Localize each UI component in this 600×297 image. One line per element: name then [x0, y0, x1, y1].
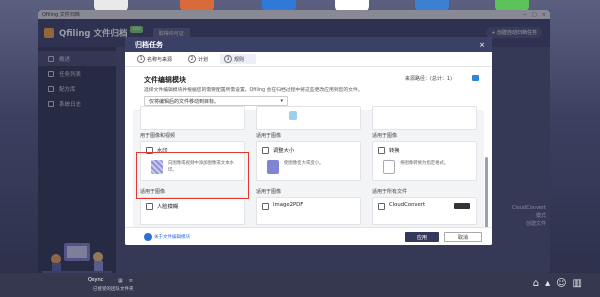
group-label-images: 适用于图像: [256, 133, 282, 139]
module-icon: [289, 111, 297, 120]
wizard-steps: 1 名称与来源 2 计划 3 规则: [125, 52, 492, 67]
modal-scrollbar[interactable]: [485, 157, 488, 232]
module-card-cloudconvert[interactable]: CloudConvert: [372, 197, 477, 225]
image2pdf-checkbox[interactable]: [262, 203, 269, 210]
dialog-body: 文件编辑模块 选择文件编辑模块并根据您的需要配置所需设置。Qfiling 会在归…: [125, 67, 492, 227]
group-label-images-video: 用于图像和视频: [140, 133, 176, 139]
module-card-partial[interactable]: [256, 106, 361, 130]
learn-more-link[interactable]: 关于文件编辑模块: [144, 233, 190, 241]
user-icon[interactable]: ☺: [556, 278, 566, 289]
section-title: 文件编辑模块: [144, 76, 186, 84]
file-handling-select[interactable]: 仅将编辑后的文件移动到目标。 ▾: [144, 96, 288, 106]
source-path-label: 来源路径：(总计：1): [404, 76, 452, 82]
step-label: 规则: [234, 56, 245, 63]
module-name: 转换: [389, 148, 400, 154]
qsync-app-label[interactable]: Qsync: [88, 277, 103, 283]
resize-icon: [267, 160, 279, 174]
module-card-resize[interactable]: 调整大小 使图像变大或变小。: [256, 141, 361, 181]
archive-task-dialog: 归档任务 × 1 名称与来源 2 计划 3 规则 文件编辑模块 选择文件编辑模块…: [125, 37, 492, 245]
module-card-convert[interactable]: 转换 将图像转换为指定格式。: [372, 141, 477, 181]
group-label-images: 适用于图像: [256, 189, 282, 195]
group-label-images: 适用于图像: [372, 133, 398, 139]
step-rules[interactable]: 3 规则: [220, 54, 257, 64]
step-number: 2: [188, 55, 197, 63]
step-schedule[interactable]: 2 计划: [184, 54, 220, 64]
taskbar: Qsync 已接受的团队文件夹 ▦ ≡ ⌂ ▴ ☺ ▥: [0, 273, 600, 297]
step-name-source[interactable]: 1 名称与来源: [133, 54, 184, 64]
learn-more-label: 关于文件编辑模块: [154, 235, 190, 240]
dialog-title: 归档任务: [135, 40, 163, 49]
module-name: 人脸模糊: [157, 204, 179, 210]
taskbar-icons: ⌂ ▴ ☺ ▥: [533, 278, 582, 289]
info-icon: [144, 233, 152, 241]
home-icon[interactable]: ⌂: [533, 278, 539, 289]
step-label: 计划: [198, 56, 209, 63]
face-blur-checkbox[interactable]: [146, 203, 153, 210]
qsync-status-label: 已接受的团队文件夹: [93, 287, 134, 292]
close-icon[interactable]: ×: [479, 41, 485, 49]
select-value: 仅将编辑后的文件移动到目标。: [149, 98, 220, 105]
cloudconvert-logo-icon: [454, 203, 470, 209]
group-label-all-files: 适用于所有文件: [372, 189, 408, 195]
module-card-face-blur[interactable]: 人脸模糊: [140, 197, 245, 225]
chart-icon[interactable]: ▥: [573, 278, 582, 289]
module-card-partial[interactable]: [372, 106, 477, 130]
module-description: 将图像转换为指定格式。: [400, 161, 449, 166]
module-card-image2pdf[interactable]: Image2PDF: [256, 197, 361, 225]
module-description: 使图像变大或变小。: [284, 161, 324, 166]
convert-checkbox[interactable]: [378, 147, 385, 154]
cancel-button[interactable]: 取消: [444, 232, 482, 242]
dialog-header: 归档任务 ×: [125, 37, 492, 52]
module-name: Image2PDF: [273, 202, 304, 208]
chevron-down-icon: ▾: [280, 98, 283, 104]
apps-icon[interactable]: ▴: [545, 278, 550, 289]
grid-view-icon[interactable]: ▦: [118, 278, 123, 284]
step-number: 1: [137, 55, 145, 63]
step-label: 名称与来源: [147, 56, 173, 63]
source-path-icon[interactable]: [472, 75, 479, 81]
resize-checkbox[interactable]: [262, 147, 269, 154]
module-card-partial[interactable]: [140, 106, 245, 130]
module-name: 调整大小: [273, 148, 295, 154]
step-number: 3: [224, 55, 233, 63]
section-description: 选择文件编辑模块并根据您的需要配置所需设置。Qfiling 会在归档过程中将这些…: [144, 88, 363, 93]
dialog-footer: 关于文件编辑模块 应用 取消: [125, 227, 492, 245]
watermark-highlight-box: [136, 152, 249, 199]
list-view-icon[interactable]: ≡: [129, 278, 133, 284]
taskbar-mini-controls: ▦ ≡: [118, 278, 133, 284]
convert-icon: [383, 160, 395, 174]
module-name: CloudConvert: [389, 202, 426, 208]
cloudconvert-checkbox[interactable]: [378, 203, 385, 210]
apply-button[interactable]: 应用: [405, 232, 439, 242]
